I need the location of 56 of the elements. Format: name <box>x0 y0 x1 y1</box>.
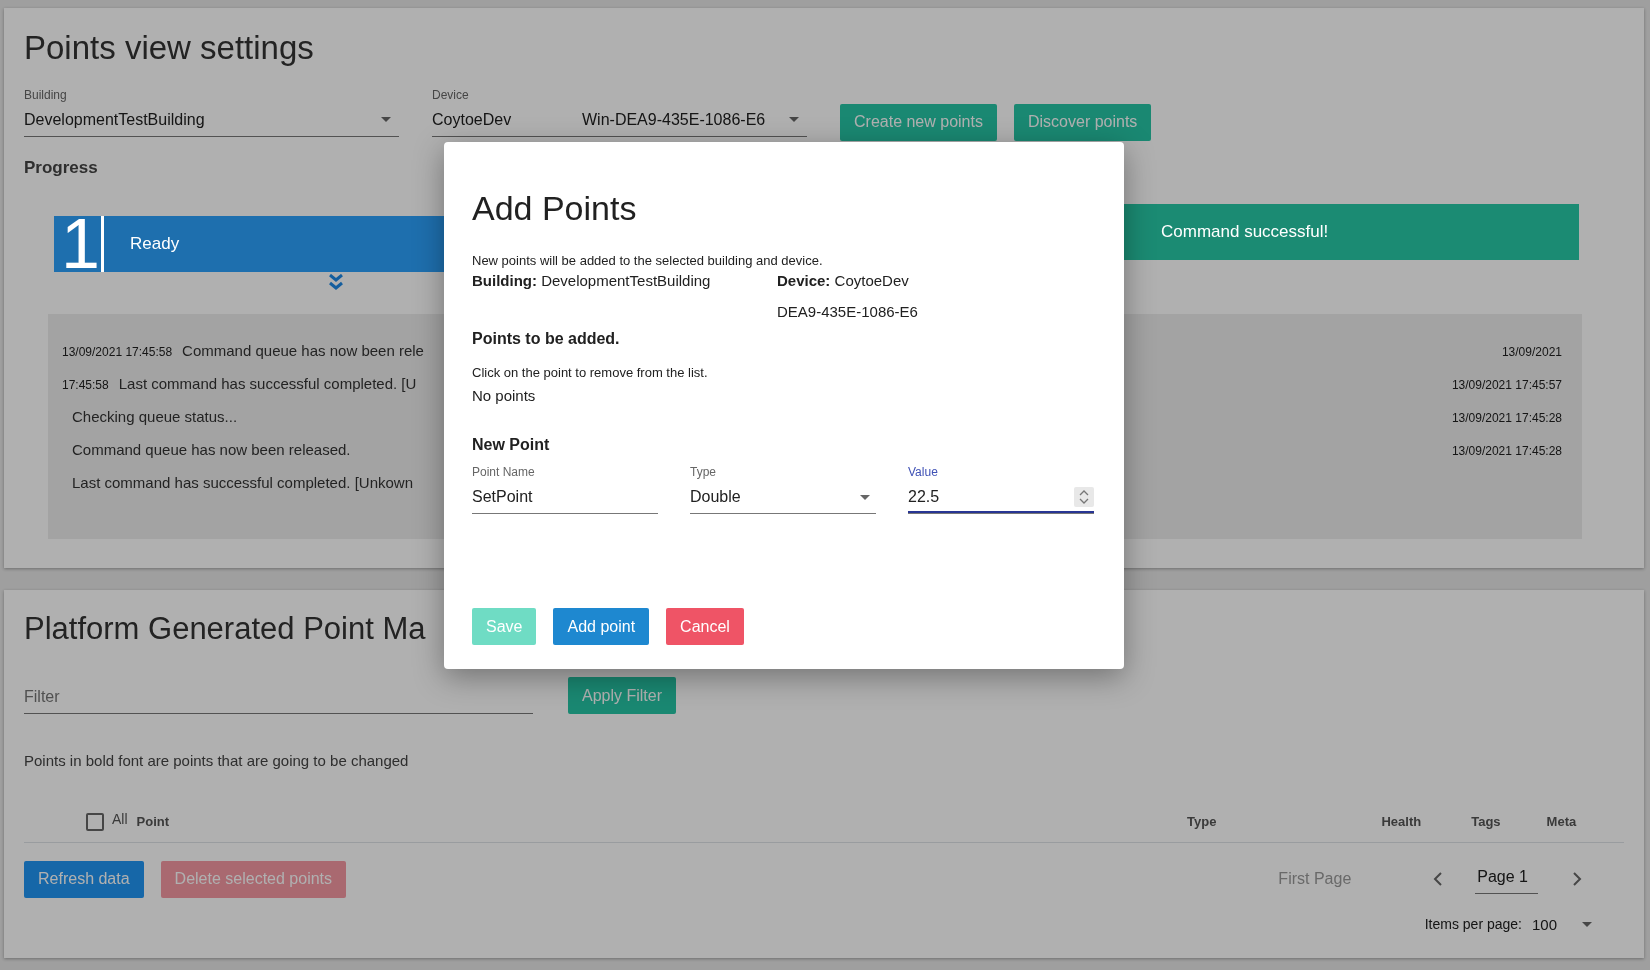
column-header: Health <box>1381 813 1422 832</box>
log-time: 17:45:58 <box>62 377 109 395</box>
log-message: Last command has successful completed. [Unkown <box>72 473 413 494</box>
caret-icon <box>381 117 391 123</box>
spinner-icon[interactable] <box>1074 487 1094 508</box>
log-timestamp: 13/09/2021 17:45:57 <box>1451 377 1562 395</box>
dropdown-field[interactable]: Device CoytoeDev Win-DEA9-435E-1086-E6 <box>432 85 807 137</box>
select-all-checkbox[interactable] <box>86 813 104 832</box>
caret-icon <box>789 117 799 123</box>
value-field[interactable]: Value 22.5 <box>908 463 1094 515</box>
caret-icon <box>1582 922 1592 928</box>
column-header: Meta <box>1546 813 1577 832</box>
page-title: Points view settings <box>24 28 315 68</box>
log-message: Command queue has now been rele <box>182 341 424 362</box>
log-message: Last command has successful completed. [U <box>118 374 417 395</box>
hint-text: Click on the point to remove from the list. <box>472 364 709 383</box>
apply-filter-button[interactable]: Apply Filter <box>568 677 677 715</box>
page-select[interactable]: Page 1 <box>1475 864 1538 894</box>
column-header: Point <box>136 813 170 832</box>
device-id: DEA9-435E-1086-E6 <box>777 301 919 322</box>
discover-button[interactable]: Discover points <box>1013 103 1152 141</box>
chevron-down-icon <box>329 274 343 291</box>
log-timestamp: 13/09/2021 17:45:28 <box>1451 443 1562 461</box>
step-label: Command successful! <box>1161 221 1329 244</box>
type-select[interactable]: Type Double <box>690 463 876 515</box>
name-field[interactable]: Point Name SetPoint <box>472 463 658 515</box>
log-timestamp: 13/09/2021 <box>1501 344 1562 362</box>
intro-text: New points will be added to the selected building and device. <box>472 251 824 270</box>
checkbox-label: All <box>112 809 128 829</box>
filter-field[interactable]: Filter <box>24 681 533 715</box>
cancel-button[interactable]: Cancel <box>666 608 744 646</box>
dropdown-field[interactable]: Building DevelopmentTestBuilding <box>24 85 399 137</box>
device-text: Device: CoytoeDev <box>777 271 910 292</box>
items-per-page-label: Items per page: <box>1424 915 1522 935</box>
log-message: Command queue has now been released. <box>72 440 351 461</box>
chevron-left-icon[interactable] <box>1433 871 1444 888</box>
step-number: 1 <box>60 216 104 273</box>
section-title: Platform Generated Point Ma <box>24 610 426 648</box>
column-header: Tags <box>1471 813 1501 832</box>
log-timestamp: 13/09/2021 17:45:28 <box>1451 410 1562 428</box>
create-button[interactable]: Create new points <box>840 103 997 141</box>
items-per-page-select[interactable]: 100 <box>1532 913 1582 937</box>
log-time: 13/09/2021 17:45:58 <box>62 344 173 362</box>
column-header: Type <box>1187 813 1217 832</box>
step-label: Ready <box>130 233 180 256</box>
info-text: Points in bold font are points that are going to be changed <box>24 751 410 772</box>
section-heading: New Point <box>472 435 551 456</box>
refresh-button[interactable]: Refresh data <box>24 860 144 898</box>
add-point-button[interactable]: Add point <box>553 608 650 646</box>
dialog-title: Add Points <box>472 188 638 229</box>
empty-text: No points <box>472 385 537 406</box>
chevron-right-icon[interactable] <box>1572 871 1582 888</box>
caret-icon <box>860 494 870 500</box>
section-heading: Points to be added. <box>472 329 621 350</box>
section-heading: Progress <box>24 156 99 179</box>
log-message: Checking queue status... <box>72 407 238 428</box>
